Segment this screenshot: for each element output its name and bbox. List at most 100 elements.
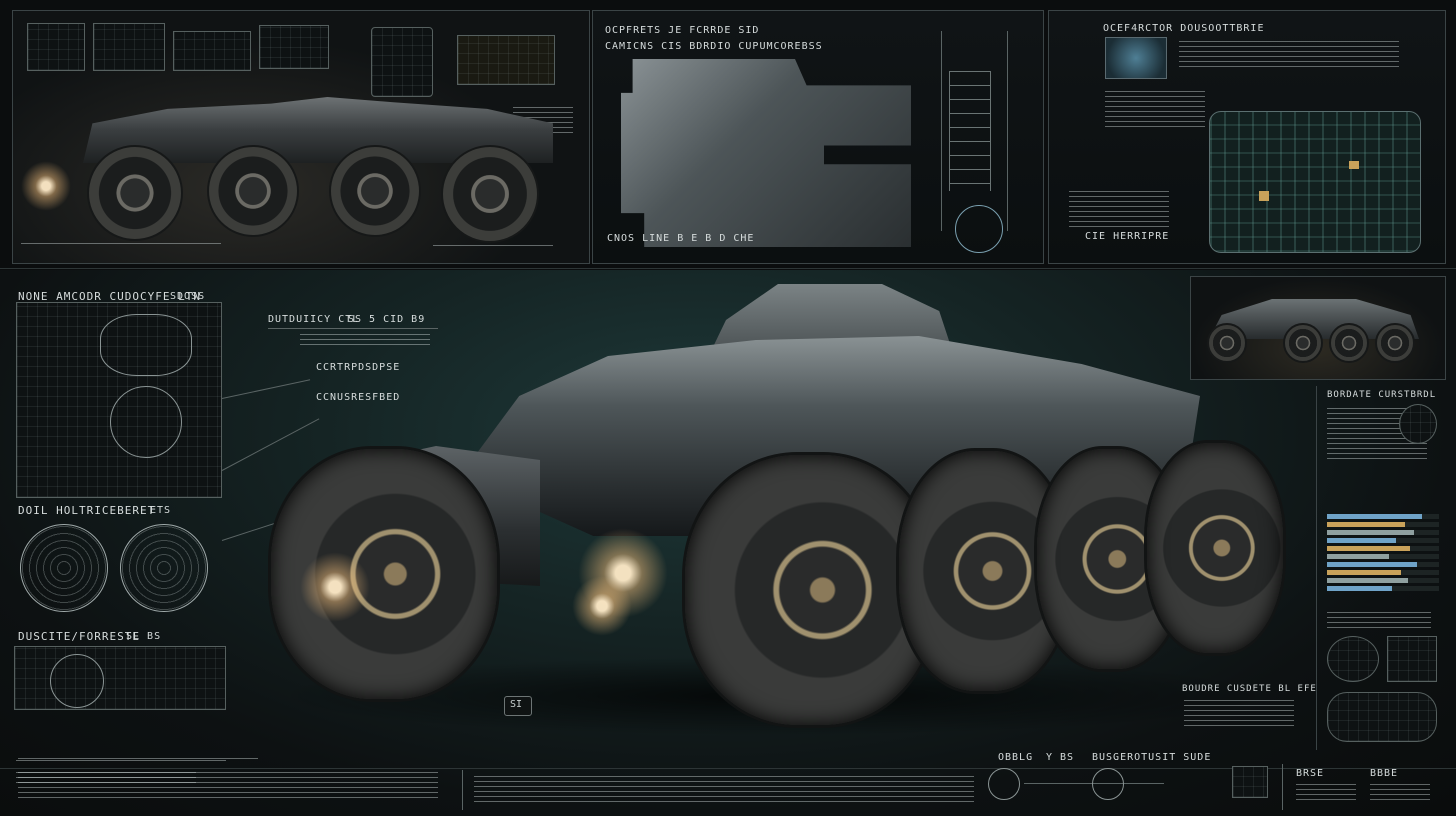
floor-badge-icon: SI bbox=[504, 696, 532, 716]
right-header: BORDATE CURSTBRDL bbox=[1327, 390, 1437, 400]
schematic-thumbnail bbox=[371, 27, 433, 97]
wheel bbox=[207, 145, 299, 237]
wheel-hub-drawing bbox=[120, 524, 208, 612]
bottom-corner-divider bbox=[1282, 764, 1283, 810]
level-bar-track bbox=[1327, 554, 1439, 559]
caption-text-line bbox=[21, 243, 221, 245]
scale-label: OBBLG bbox=[998, 752, 1034, 763]
level-bar-track bbox=[1327, 522, 1439, 527]
level-bar-track bbox=[1327, 514, 1439, 519]
mini-schematic bbox=[1399, 404, 1437, 444]
schematic-thumbnail bbox=[27, 23, 85, 71]
ladder-diagram bbox=[949, 71, 991, 191]
top-panel-top-down-schematic: OCPFRETS JE FCRRDE SID CAMICNS CIS BDRDI… bbox=[592, 10, 1044, 264]
level-bar-track bbox=[1327, 562, 1439, 567]
left-column: NONE AMCODR CUDOCYFE LTN SDOSS DOIL HOLT… bbox=[0, 278, 260, 798]
level-bar-fill bbox=[1327, 562, 1417, 567]
spec-text-block bbox=[1069, 191, 1169, 231]
level-bar-track bbox=[1327, 546, 1439, 551]
wheel bbox=[441, 145, 539, 243]
wheel bbox=[329, 145, 421, 237]
wheel bbox=[87, 145, 183, 241]
main-vehicle: SI bbox=[260, 276, 1300, 736]
section2-title: DOIL HOLTRICEBERET bbox=[18, 504, 156, 517]
engine-block-drawing bbox=[100, 314, 192, 376]
scale-title: BUSGEROTUSIT SUDE bbox=[1092, 752, 1212, 763]
spec-text-block bbox=[16, 760, 226, 762]
thumbnail-wheel bbox=[1283, 323, 1323, 363]
section3-tag: SL BS bbox=[126, 631, 162, 642]
scale-dial-icon bbox=[988, 768, 1020, 800]
right-thumbnail-panel bbox=[1190, 276, 1446, 380]
level-bar-fill bbox=[1327, 514, 1423, 519]
schematic-rail bbox=[941, 31, 942, 231]
top-panel-vehicle-side-view bbox=[12, 10, 590, 264]
hex-gauge-icon bbox=[955, 205, 1003, 253]
part-detail-thumbnail bbox=[1327, 636, 1379, 682]
schematic-thumbnail bbox=[173, 31, 251, 71]
headlight-glow bbox=[21, 161, 71, 211]
level-bar-fill bbox=[1327, 538, 1397, 543]
lower-right-callout: BOUDRE CUSDETE BL EFE bbox=[1182, 684, 1317, 694]
level-bar-track bbox=[1327, 538, 1439, 543]
part-detail-thumbnail bbox=[1327, 692, 1437, 742]
schematic-rail bbox=[1007, 31, 1008, 231]
thumbnail-wheel bbox=[1207, 323, 1247, 363]
indicator-yellow bbox=[1349, 161, 1359, 169]
bottom-corner-right: BBBE bbox=[1370, 768, 1399, 779]
level-bar-fill bbox=[1327, 570, 1401, 575]
top-strip: OCPFRETS JE FCRRDE SID CAMICNS CIS BDRDI… bbox=[0, 0, 1456, 266]
schematic-subheader: CAMICNS CIS BDRDIO CUPUMCOREBSS bbox=[605, 41, 823, 52]
chassis-schematic bbox=[14, 646, 226, 710]
left-title-tag: SDOSS bbox=[170, 291, 206, 302]
callout-detail bbox=[1184, 700, 1294, 730]
caption-text-line bbox=[433, 245, 553, 247]
schematic-thumbnail bbox=[93, 23, 165, 71]
spec-text-block bbox=[1105, 91, 1205, 131]
level-bar-fill bbox=[1327, 546, 1410, 551]
level-bar-fill bbox=[1327, 578, 1408, 583]
schematic-header: OCPFRETS JE FCRRDE SID bbox=[605, 25, 760, 36]
scale-grid-icon bbox=[1232, 766, 1268, 798]
scale-dial-icon bbox=[1092, 768, 1124, 800]
gear-drawing bbox=[110, 386, 182, 458]
schematic-thumbnail bbox=[259, 25, 329, 69]
scale-mid: Y BS bbox=[1046, 752, 1075, 763]
wheel-hub-drawing bbox=[20, 524, 108, 612]
interior-footer: CIE HERRIPRE bbox=[1085, 231, 1170, 242]
schematic-thumbnail-lit bbox=[457, 35, 555, 85]
footnote-text bbox=[1370, 784, 1430, 804]
vehicle-top-view bbox=[621, 59, 911, 247]
level-bar-track bbox=[1327, 586, 1439, 591]
footnote-divider bbox=[462, 770, 463, 810]
level-bar-fill bbox=[1327, 530, 1415, 535]
rear-outer-tire bbox=[1144, 440, 1286, 656]
level-bar-track bbox=[1327, 578, 1439, 583]
bottom-corner-left: BRSE bbox=[1296, 768, 1325, 779]
indicator-yellow bbox=[1259, 191, 1269, 201]
thumbnail-wheel bbox=[1375, 323, 1415, 363]
floor-badge-text: SI bbox=[510, 699, 523, 710]
footnote-text bbox=[1296, 784, 1356, 804]
section2-tag: ETS bbox=[150, 505, 172, 516]
level-bar-fill bbox=[1327, 554, 1389, 559]
schematic-footer: CNOS LINE B E B D CHE bbox=[607, 233, 755, 244]
monitor-screen bbox=[1105, 37, 1167, 79]
right-spec-column: BORDATE CURSTBRDL bbox=[1316, 386, 1447, 750]
spec-text-block bbox=[1179, 41, 1399, 71]
footnote-text bbox=[474, 776, 974, 804]
control-cabin-diagram bbox=[1209, 111, 1421, 253]
section3-title: DUSCITE/FORRESTE bbox=[18, 630, 140, 643]
spec-text-block bbox=[1327, 612, 1431, 632]
footnote-text bbox=[18, 758, 258, 760]
level-bar-track bbox=[1327, 530, 1439, 535]
interior-header: OCEF4RCTOR DOUSOOTTBRIE bbox=[1103, 23, 1265, 34]
headlight bbox=[572, 576, 632, 636]
thumbnail-wheel bbox=[1329, 323, 1369, 363]
level-bar-track bbox=[1327, 570, 1439, 575]
chassis-gear-drawing bbox=[50, 654, 104, 708]
top-panel-interior-schematic: OCEF4RCTOR DOUSOOTTBRIE CIE HERRIPRE bbox=[1048, 10, 1446, 264]
part-detail-thumbnail bbox=[1387, 636, 1437, 682]
footnote-text bbox=[18, 772, 438, 800]
level-bar-fill bbox=[1327, 522, 1406, 527]
